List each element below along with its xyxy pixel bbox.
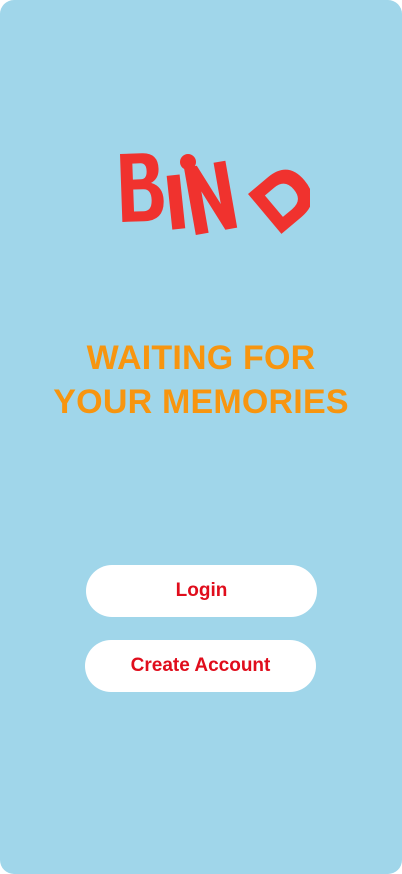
tagline-line-1: WAITING FOR	[86, 339, 316, 377]
tagline-line-2: YOUR MEMORIES	[53, 383, 349, 421]
login-button[interactable]: Login	[86, 565, 317, 617]
create-account-button[interactable]: Create Account	[85, 640, 316, 692]
bind-logo	[110, 140, 313, 250]
tagline: WAITING FOR YOUR MEMORIES	[0, 336, 402, 424]
welcome-screen: WAITING FOR YOUR MEMORIES Login Create A…	[0, 0, 402, 874]
